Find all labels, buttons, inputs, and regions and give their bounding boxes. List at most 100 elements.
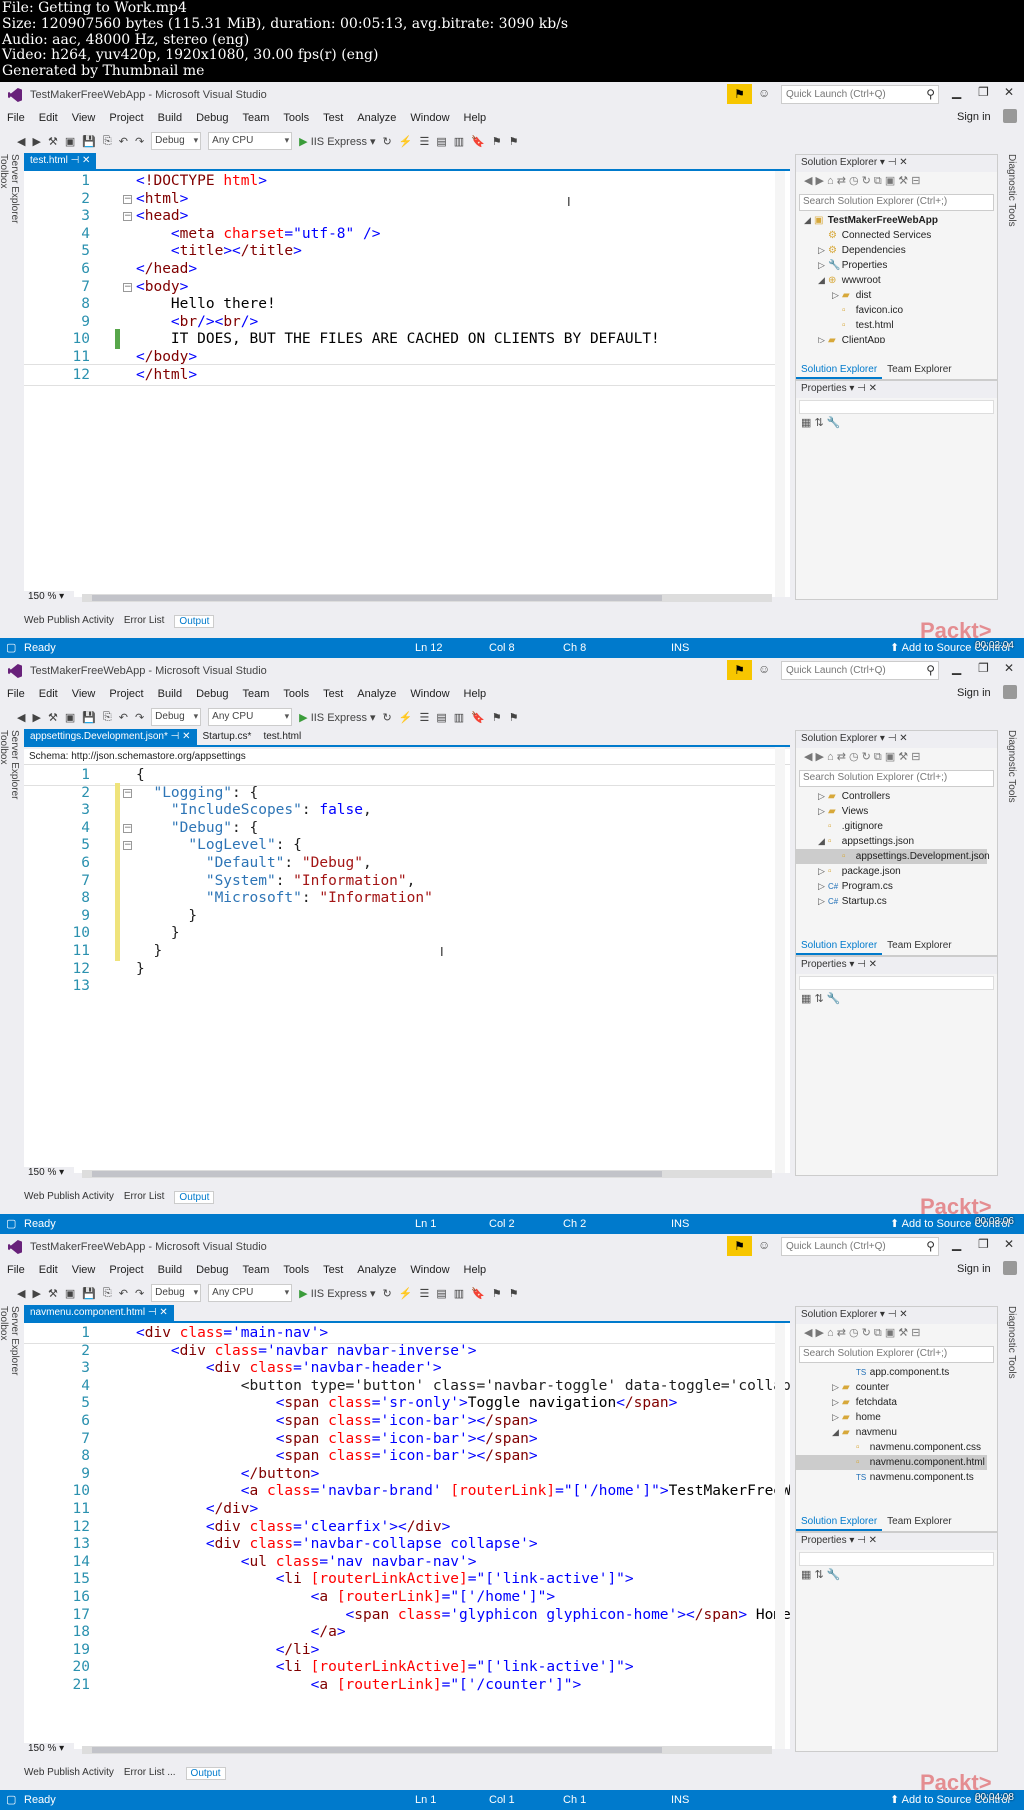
output-tab[interactable]: Web Publish Activity [24, 615, 114, 628]
code-line[interactable]: 13 [24, 976, 784, 996]
expand-toggle-icon[interactable]: ▷ [818, 894, 828, 909]
expand-toggle-icon[interactable]: ▷ [832, 1410, 842, 1425]
tab-solution-explorer[interactable]: Solution Explorer [796, 938, 883, 955]
toolbar-icon-b4[interactable]: ▥ [454, 135, 464, 148]
expand-toggle-icon[interactable]: ◢ [804, 213, 814, 228]
tree-node[interactable]: ▷ ▫ package.json [796, 864, 901, 879]
menu-item-build[interactable]: Build [158, 1264, 182, 1276]
menu-item-help[interactable]: Help [464, 112, 487, 124]
tree-node[interactable]: ▫ .gitignore [796, 819, 883, 834]
toolbar-icon-b4[interactable]: ▥ [454, 711, 464, 724]
toolbar-icon-2[interactable]: ⚒ [48, 1287, 58, 1300]
toolbar-icon-b0[interactable]: ↻ [383, 711, 392, 724]
output-tab[interactable]: Web Publish Activity [24, 1191, 114, 1204]
output-tab[interactable]: Error List ... [124, 1767, 176, 1780]
editor-horizontal-scrollbar[interactable] [82, 1746, 772, 1754]
toolbar-icon-7[interactable]: ↷ [135, 1287, 144, 1300]
menu-item-team[interactable]: Team [243, 1264, 270, 1276]
tab-team-explorer[interactable]: Team Explorer [882, 362, 956, 379]
scroll-thumb[interactable] [92, 595, 662, 601]
quick-launch-input[interactable]: Quick Launch (Ctrl+Q) ⚲ [781, 85, 939, 104]
solution-platform-select[interactable]: Any CPU [208, 708, 293, 726]
toolbar-icon-b0[interactable]: ↻ [383, 1287, 392, 1300]
solution-platform-select[interactable]: Any CPU [208, 1284, 293, 1302]
toolbar-icon-b7[interactable]: ⚑ [509, 135, 519, 148]
output-tab[interactable]: Output [174, 1191, 215, 1204]
menu-item-edit[interactable]: Edit [39, 112, 58, 124]
toolbar-icon-5[interactable]: ⎘ [103, 711, 112, 724]
tree-node[interactable]: ▫ appsettings.Development.json [796, 849, 990, 864]
toolbar-icon-b1[interactable]: ⚡ [399, 135, 413, 148]
menu-item-window[interactable]: Window [410, 1264, 449, 1276]
menu-item-view[interactable]: View [72, 1264, 96, 1276]
menu-item-file[interactable]: File [7, 112, 25, 124]
expand-toggle-icon[interactable]: ▷ [832, 1395, 842, 1410]
document-tab[interactable]: appsettings.Development.json* ⊣ ✕ [24, 729, 197, 745]
quick-launch-input[interactable]: Quick Launch (Ctrl+Q) ⚲ [781, 661, 939, 680]
toolbar-icon-6[interactable]: ↶ [119, 135, 128, 148]
toolbar-icon-0[interactable]: ◀ [17, 711, 25, 724]
minimize-button[interactable]: ▁ [952, 85, 961, 99]
expand-toggle-icon[interactable]: ◢ [832, 1425, 842, 1440]
run-button[interactable]: ▶ IIS Express ▾ [299, 135, 375, 148]
menu-item-help[interactable]: Help [464, 1264, 487, 1276]
menu-item-tools[interactable]: Tools [283, 1264, 309, 1276]
tree-node[interactable]: ◢ ▫ appsettings.json [796, 834, 914, 849]
expand-toggle-icon[interactable]: ▷ [818, 258, 828, 273]
tree-node[interactable]: ▷ ▰ fetchdata [796, 1395, 897, 1410]
properties-object-select[interactable] [799, 400, 994, 414]
toolbar-icon-0[interactable]: ◀ [17, 135, 25, 148]
toolbar-icon-4[interactable]: 💾 [82, 1287, 96, 1300]
editor-vertical-scrollbar[interactable] [775, 747, 785, 1173]
tree-node[interactable]: ▷ ▰ Views [796, 804, 868, 819]
side-tab-diagnostic-tools[interactable]: Diagnostic Tools [1006, 1306, 1017, 1379]
toolbar-icon-7[interactable]: ↷ [135, 711, 144, 724]
side-tab-diagnostic-tools[interactable]: Diagnostic Tools [1006, 154, 1017, 227]
output-tab[interactable]: Error List [124, 1191, 165, 1204]
side-tab-toolbox[interactable]: Toolbox [0, 1306, 9, 1712]
notifications-flag-icon[interactable]: ⚑ [727, 1236, 752, 1256]
menu-item-analyze[interactable]: Analyze [357, 112, 396, 124]
menu-item-file[interactable]: File [7, 688, 25, 700]
quick-launch-input[interactable]: Quick Launch (Ctrl+Q) ⚲ [781, 1237, 939, 1256]
close-window-button[interactable]: ✕ [1004, 661, 1014, 675]
expand-toggle-icon[interactable]: ▷ [832, 1380, 842, 1395]
menu-item-analyze[interactable]: Analyze [357, 688, 396, 700]
toolbar-icon-b6[interactable]: ⚑ [492, 135, 502, 148]
menu-item-team[interactable]: Team [243, 688, 270, 700]
menu-item-view[interactable]: View [72, 112, 96, 124]
expand-toggle-icon[interactable]: ▷ [818, 333, 828, 343]
code-editor[interactable]: 1 <div class='main-nav'> 2 <div class='nav… [24, 1323, 790, 1749]
tree-node[interactable]: ◢ ⊕ wwwroot [796, 273, 881, 288]
menu-item-debug[interactable]: Debug [196, 688, 228, 700]
output-tab[interactable]: Web Publish Activity [24, 1767, 114, 1780]
solution-platform-select[interactable]: Any CPU [208, 132, 293, 150]
toolbar-icon-0[interactable]: ◀ [17, 1287, 25, 1300]
tab-solution-explorer[interactable]: Solution Explorer [796, 362, 883, 379]
scroll-thumb[interactable] [92, 1171, 662, 1177]
toolbar-icon-2[interactable]: ⚒ [48, 135, 58, 148]
tree-node[interactable]: ▷ C# Program.cs [796, 879, 893, 894]
outline-collapse-icon[interactable]: − [123, 212, 132, 222]
menu-item-debug[interactable]: Debug [196, 112, 228, 124]
toolbar-icon-b2[interactable]: ☰ [419, 1287, 429, 1300]
restore-button[interactable]: ❐ [978, 661, 989, 675]
properties-object-select[interactable] [799, 976, 994, 990]
editor-horizontal-scrollbar[interactable] [82, 594, 772, 602]
menu-item-test[interactable]: Test [323, 688, 343, 700]
toolbar-icon-b6[interactable]: ⚑ [492, 711, 502, 724]
toolbar-icon-b2[interactable]: ☰ [419, 135, 429, 148]
expand-toggle-icon[interactable]: ◢ [818, 834, 828, 849]
solution-configuration-select[interactable]: Debug [151, 132, 202, 150]
editor-vertical-scrollbar[interactable] [775, 1323, 785, 1749]
feedback-icon[interactable]: ☺ [758, 86, 770, 100]
toolbar-icon-7[interactable]: ↷ [135, 135, 144, 148]
feedback-icon[interactable]: ☺ [758, 1238, 770, 1252]
tree-node[interactable]: ▫ navmenu.component.css [796, 1440, 981, 1455]
menu-item-edit[interactable]: Edit [39, 688, 58, 700]
outline-collapse-icon[interactable]: − [123, 194, 132, 204]
outline-collapse-icon[interactable]: − [123, 841, 132, 851]
menu-item-analyze[interactable]: Analyze [357, 1264, 396, 1276]
close-window-button[interactable]: ✕ [1004, 1237, 1014, 1251]
scroll-thumb[interactable] [92, 1747, 662, 1753]
